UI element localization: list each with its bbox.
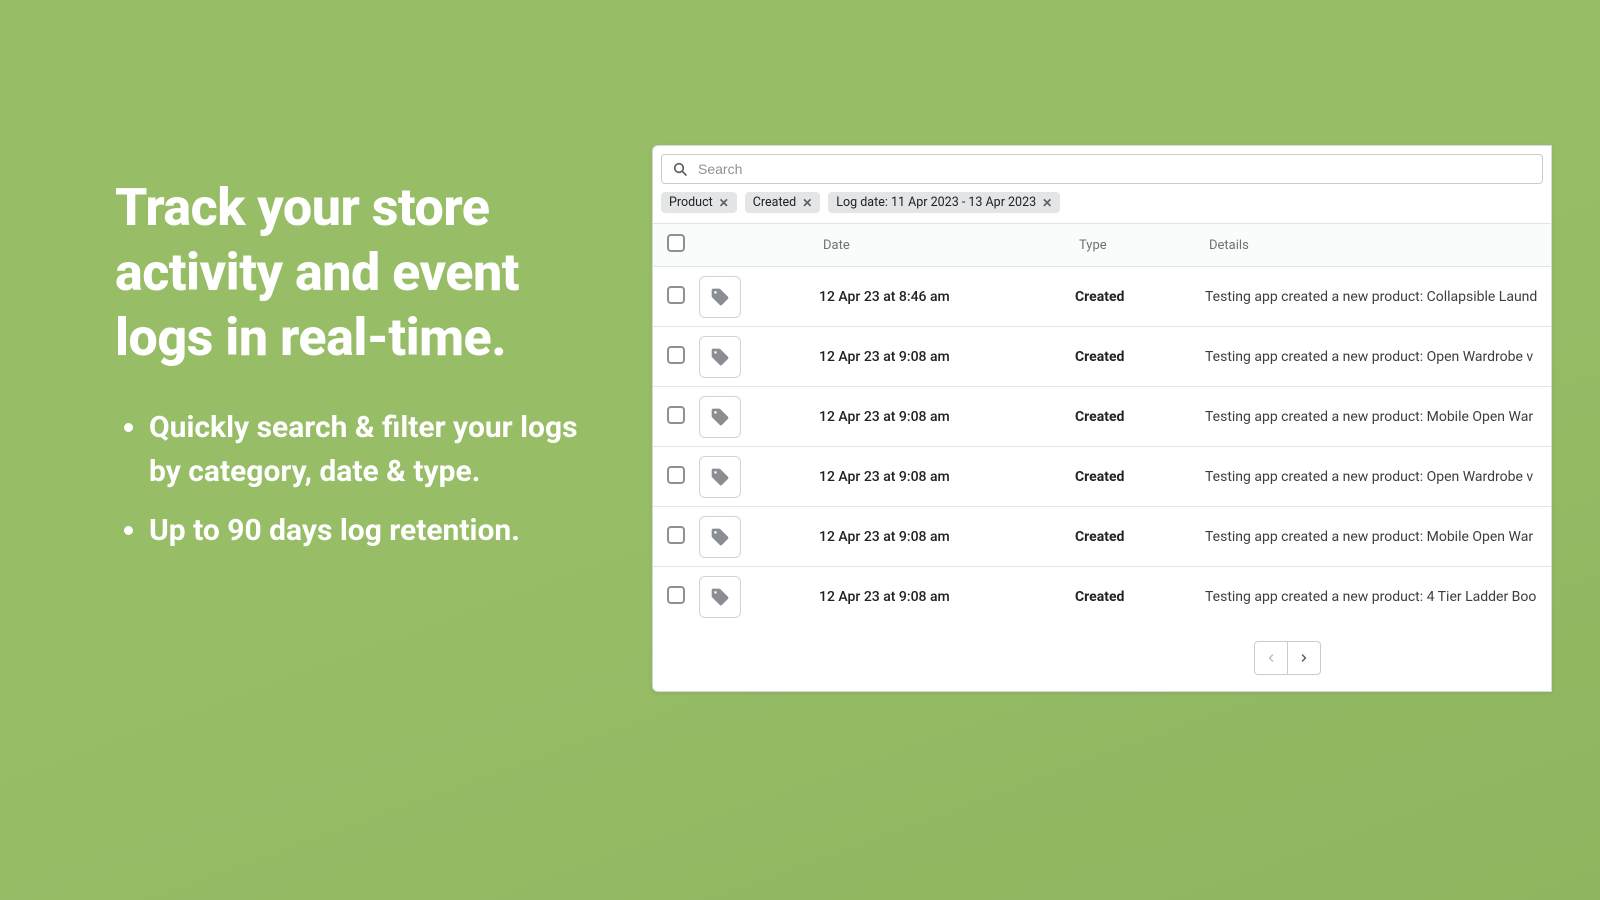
row-thumb-cell [699,396,819,438]
table-body: 12 Apr 23 at 8:46 am Created Testing app… [653,267,1551,627]
row-thumb-cell [699,516,819,558]
marketing-copy: Track your store activity and event logs… [115,175,605,569]
row-date: 12 Apr 23 at 8:46 am [819,289,1075,305]
row-date: 12 Apr 23 at 9:08 am [819,529,1075,545]
col-type: Type [1075,238,1205,253]
row-thumb-cell [699,576,819,618]
row-details: Testing app created a new product: Mobil… [1205,409,1551,425]
row-details: Testing app created a new product: Open … [1205,349,1551,365]
table-row[interactable]: 12 Apr 23 at 9:08 am Created Testing app… [653,447,1551,507]
col-details: Details [1205,238,1551,253]
pagination [1023,627,1551,691]
select-all-cell [653,234,699,256]
row-type: Created [1075,289,1205,305]
row-checkbox-cell [653,526,699,548]
chip-label: Created [753,195,796,210]
row-checkbox-cell [653,286,699,308]
table-row[interactable]: 12 Apr 23 at 8:46 am Created Testing app… [653,267,1551,327]
row-date: 12 Apr 23 at 9:08 am [819,409,1075,425]
tag-icon [699,456,741,498]
chip-label: Product [669,195,713,210]
tag-icon [699,396,741,438]
row-checkbox[interactable] [667,286,685,304]
bullet-item: Quickly search & filter your logs by cat… [149,406,605,493]
filter-chip-created[interactable]: Created ✕ [745,192,821,213]
col-date: Date [819,238,1075,253]
tag-icon [699,576,741,618]
log-panel: Product ✕ Created ✕ Log date: 11 Apr 202… [652,145,1552,692]
row-checkbox-cell [653,466,699,488]
feature-bullets: Quickly search & filter your logs by cat… [115,406,605,553]
table-header: Date Type Details [653,223,1551,267]
table-row[interactable]: 12 Apr 23 at 9:08 am Created Testing app… [653,567,1551,627]
row-details: Testing app created a new product: 4 Tie… [1205,589,1551,605]
tag-icon [699,516,741,558]
row-date: 12 Apr 23 at 9:08 am [819,589,1075,605]
row-thumb-cell [699,336,819,378]
search-input[interactable] [698,161,1532,177]
row-checkbox-cell [653,346,699,368]
filter-chip-logdate[interactable]: Log date: 11 Apr 2023 - 13 Apr 2023 ✕ [828,192,1060,213]
row-details: Testing app created a new product: Colla… [1205,289,1551,305]
row-checkbox[interactable] [667,586,685,604]
row-type: Created [1075,349,1205,365]
search-icon [672,161,688,177]
tag-icon [699,276,741,318]
row-thumb-cell [699,276,819,318]
table-row[interactable]: 12 Apr 23 at 9:08 am Created Testing app… [653,507,1551,567]
table-row[interactable]: 12 Apr 23 at 9:08 am Created Testing app… [653,327,1551,387]
row-type: Created [1075,469,1205,485]
row-details: Testing app created a new product: Open … [1205,469,1551,485]
headline: Track your store activity and event logs… [115,175,605,370]
filter-chip-product[interactable]: Product ✕ [661,192,737,213]
row-type: Created [1075,409,1205,425]
search-bar[interactable] [661,154,1543,184]
row-checkbox[interactable] [667,526,685,544]
row-checkbox-cell [653,406,699,428]
row-checkbox[interactable] [667,466,685,484]
close-icon[interactable]: ✕ [802,196,812,210]
bullet-item: Up to 90 days log retention. [149,509,605,553]
filter-chip-row: Product ✕ Created ✕ Log date: 11 Apr 202… [653,184,1551,223]
row-checkbox-cell [653,586,699,608]
row-checkbox[interactable] [667,346,685,364]
table-row[interactable]: 12 Apr 23 at 9:08 am Created Testing app… [653,387,1551,447]
chip-label: Log date: 11 Apr 2023 - 13 Apr 2023 [836,195,1036,210]
row-type: Created [1075,589,1205,605]
next-page-button[interactable] [1287,641,1321,675]
row-date: 12 Apr 23 at 9:08 am [819,349,1075,365]
tag-icon [699,336,741,378]
row-details: Testing app created a new product: Mobil… [1205,529,1551,545]
row-thumb-cell [699,456,819,498]
prev-page-button[interactable] [1254,641,1288,675]
row-date: 12 Apr 23 at 9:08 am [819,469,1075,485]
row-checkbox[interactable] [667,406,685,424]
close-icon[interactable]: ✕ [719,196,729,210]
close-icon[interactable]: ✕ [1042,196,1052,210]
row-type: Created [1075,529,1205,545]
select-all-checkbox[interactable] [667,234,685,252]
